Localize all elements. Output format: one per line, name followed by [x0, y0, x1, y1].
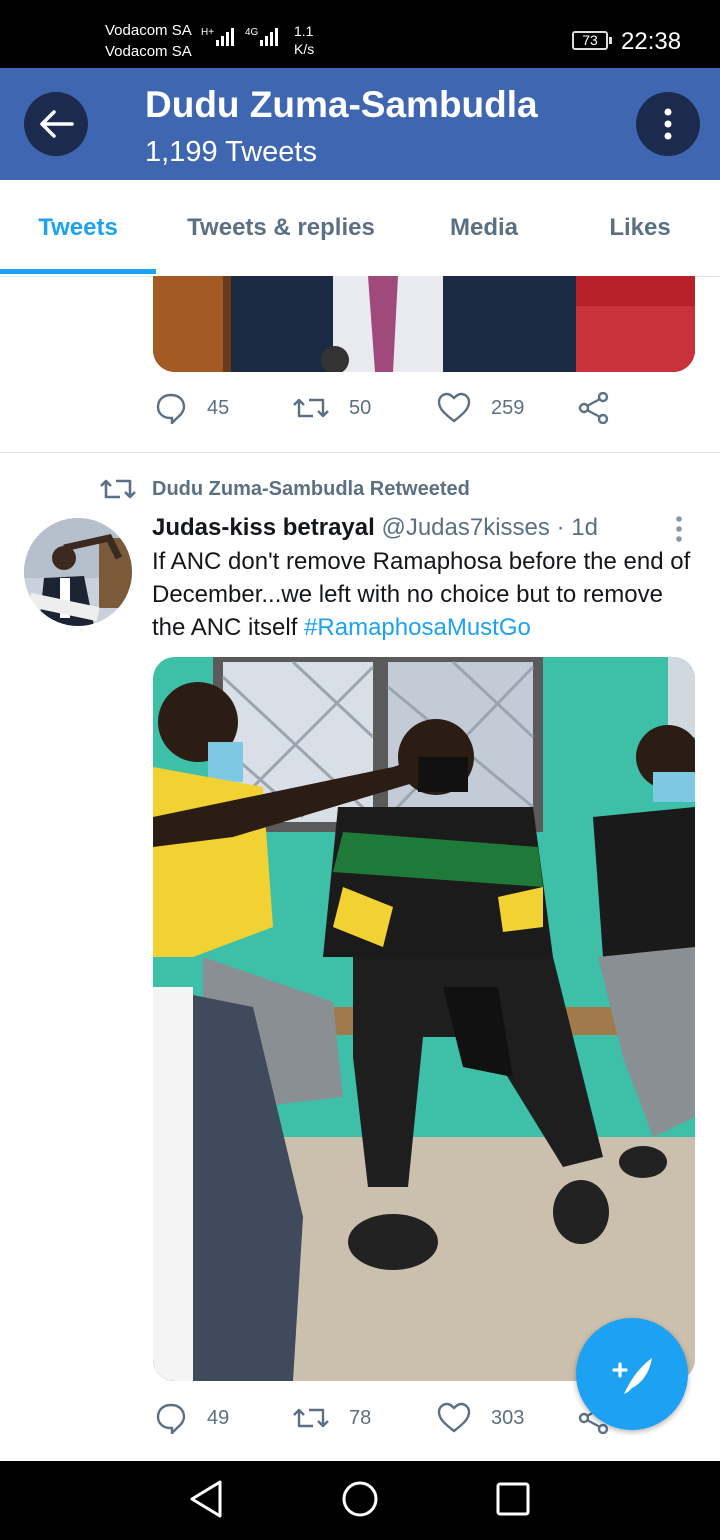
battery-icon: 73: [572, 31, 612, 50]
carrier-info: Vodacom SA Vodacom SA: [105, 20, 192, 62]
carrier-1: Vodacom SA: [105, 22, 192, 39]
nav-back-icon[interactable]: [188, 1478, 224, 1520]
retweet-count: 78: [349, 1406, 372, 1429]
retweet-count: 50: [349, 396, 372, 419]
tweet-options-button[interactable]: [672, 514, 686, 549]
status-bar: Vodacom SA Vodacom SA H+ 4G 1.1 K/s 73 2…: [0, 0, 720, 68]
network-type-2: 4G: [245, 27, 259, 38]
signal-icon: H+: [201, 27, 234, 46]
profile-name: Dudu Zuma-Sambudla: [145, 84, 538, 125]
reply-button[interactable]: 49: [155, 1402, 229, 1434]
system-nav-bar: [0, 1461, 720, 1540]
hashtag-link[interactable]: #RamaphosaMustGo: [304, 614, 531, 641]
avatar-image: [24, 518, 132, 626]
retweeted-by: Dudu Zuma-Sambudla Retweeted: [152, 477, 470, 500]
clock: 22:38: [621, 28, 682, 55]
tweet-count: 1,199 Tweets: [145, 136, 317, 168]
like-count: 259: [491, 396, 525, 419]
heart-icon: [437, 1402, 471, 1433]
nav-recents-icon[interactable]: [496, 1478, 530, 1520]
like-count: 303: [491, 1406, 525, 1429]
profile-header: Dudu Zuma-Sambudla 1,199 Tweets: [0, 68, 720, 180]
tab-tweets[interactable]: Tweets: [0, 180, 156, 276]
retweeted-indicator: Dudu Zuma-Sambudla Retweeted: [100, 475, 470, 503]
heart-icon: [437, 392, 471, 423]
tab-likes[interactable]: Likes: [580, 180, 700, 276]
network-speed: 1.1 K/s: [294, 22, 314, 58]
reply-count: 49: [207, 1406, 230, 1429]
tweet-image[interactable]: [153, 657, 695, 1381]
retweet-icon: [293, 1408, 329, 1428]
tweet-text: If ANC don't remove Ramaphosa before the…: [152, 545, 697, 644]
profile-tabs: Tweets Tweets & replies Media Likes: [0, 180, 720, 277]
more-vertical-icon: [676, 516, 682, 542]
tab-tweets-replies[interactable]: Tweets & replies: [170, 180, 392, 276]
more-options-button[interactable]: [636, 92, 700, 156]
signal-icon-2: 4G: [245, 27, 278, 46]
author-name[interactable]: Judas-kiss betrayal: [152, 514, 375, 541]
more-vertical-icon: [664, 108, 672, 140]
arrow-left-icon: [40, 110, 74, 138]
share-icon: [578, 392, 609, 424]
tweet-time: 1d: [571, 514, 598, 541]
network-type-1: H+: [201, 27, 214, 38]
tweet-1-actions: 45 50 259: [155, 392, 625, 432]
speed-unit: K/s: [294, 41, 315, 57]
tweet-divider: [0, 452, 720, 453]
compose-tweet-button[interactable]: [576, 1318, 688, 1430]
retweet-button[interactable]: 50: [293, 392, 371, 424]
tweet-image-top[interactable]: [153, 276, 695, 372]
tweet-2-actions: 49 78 303: [155, 1402, 625, 1442]
tweet-header: Judas-kiss betrayal @Judas7kisses · 1d: [152, 514, 598, 542]
retweet-icon: [100, 479, 136, 499]
tweet-photo: [153, 657, 695, 1381]
nav-home-icon[interactable]: [341, 1478, 379, 1520]
carrier-2: Vodacom SA: [105, 43, 192, 60]
like-button[interactable]: 259: [437, 392, 524, 424]
avatar[interactable]: [24, 518, 132, 626]
compose-feather-icon: [612, 1358, 652, 1394]
back-button[interactable]: [24, 92, 88, 156]
like-button[interactable]: 303: [437, 1402, 524, 1434]
share-button[interactable]: [577, 392, 631, 424]
reply-icon: [156, 1403, 186, 1434]
reply-count: 45: [207, 396, 230, 419]
speed-value: 1.1: [294, 23, 314, 39]
reply-button[interactable]: 45: [155, 392, 229, 424]
retweet-button[interactable]: 78: [293, 1402, 371, 1434]
reply-icon: [156, 393, 186, 424]
author-handle[interactable]: @Judas7kisses: [381, 514, 549, 541]
tab-media[interactable]: Media: [420, 180, 548, 276]
separator-dot: ·: [556, 514, 565, 541]
active-tab-indicator: [0, 269, 156, 274]
retweet-icon: [293, 398, 329, 418]
tweet-photo: [153, 276, 695, 372]
